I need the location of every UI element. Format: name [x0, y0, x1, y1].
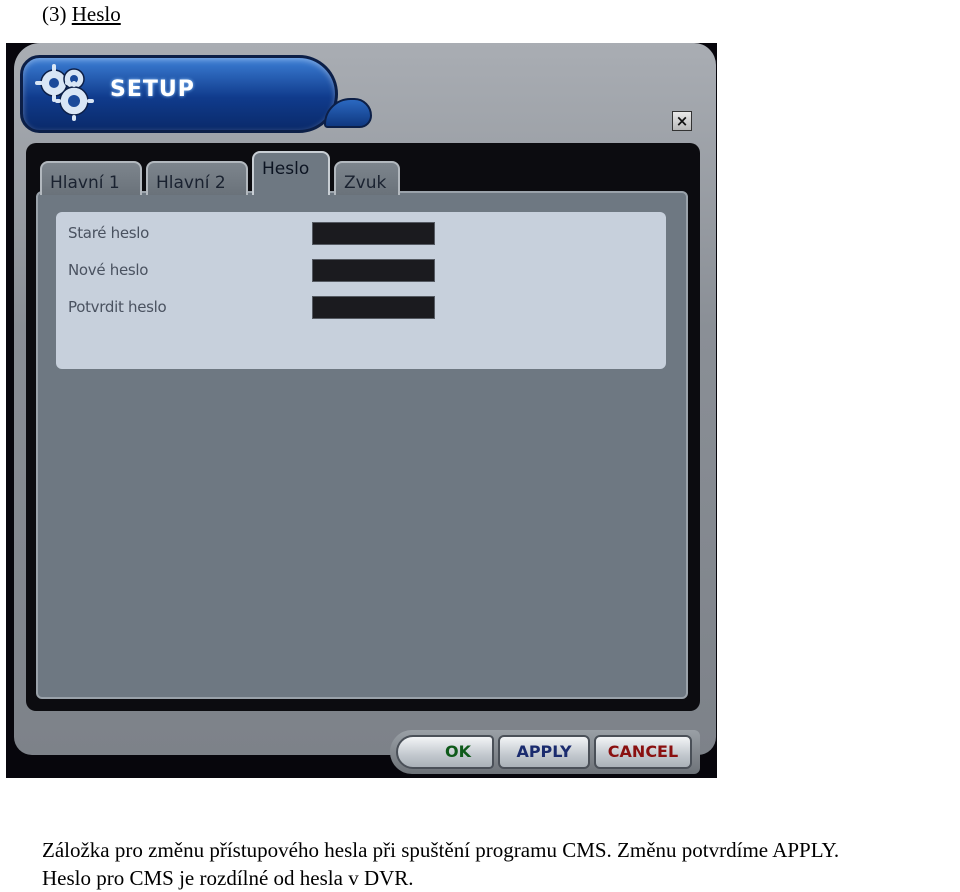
- caption-line-1: Záložka pro změnu přístupového hesla při…: [42, 838, 840, 862]
- apply-button[interactable]: APPLY: [498, 735, 590, 769]
- tab-hlavni-1[interactable]: Hlavní 1: [40, 161, 142, 195]
- new-password-input[interactable]: [312, 259, 435, 282]
- window-title: SETUP: [110, 77, 195, 102]
- section-heading: (3) Heslo: [42, 2, 121, 27]
- confirm-password-input[interactable]: [312, 296, 435, 319]
- caption: Záložka pro změnu přístupového hesla při…: [42, 836, 839, 892]
- confirm-password-label: Potvrdit heslo: [68, 298, 167, 316]
- section-title: Heslo: [71, 2, 121, 26]
- tab-heslo[interactable]: Heslo: [252, 151, 330, 195]
- cancel-button[interactable]: CANCEL: [594, 735, 692, 769]
- tab-hlavni-2[interactable]: Hlavní 2: [146, 161, 248, 195]
- password-form: Staré heslo Nové heslo Potvrdit heslo: [56, 212, 666, 369]
- old-password-input[interactable]: [312, 222, 435, 245]
- gears-icon: [35, 64, 94, 121]
- caption-line-2: Heslo pro CMS je rozdílné od hesla v DVR…: [42, 866, 414, 890]
- section-number: (3): [42, 2, 67, 26]
- tab-bar: Hlavní 1 Hlavní 2 Heslo Zvuk: [36, 151, 688, 195]
- close-button[interactable]: ×: [672, 111, 692, 131]
- close-icon: ×: [675, 112, 689, 130]
- ok-button[interactable]: OK: [396, 735, 494, 769]
- setup-window-screenshot: SETUP × Hlavní 1 Hlavní 2 Heslo Zvuk Sta…: [6, 43, 717, 778]
- new-password-label: Nové heslo: [68, 261, 149, 279]
- tab-zvuk[interactable]: Zvuk: [334, 161, 400, 195]
- old-password-label: Staré heslo: [68, 224, 150, 242]
